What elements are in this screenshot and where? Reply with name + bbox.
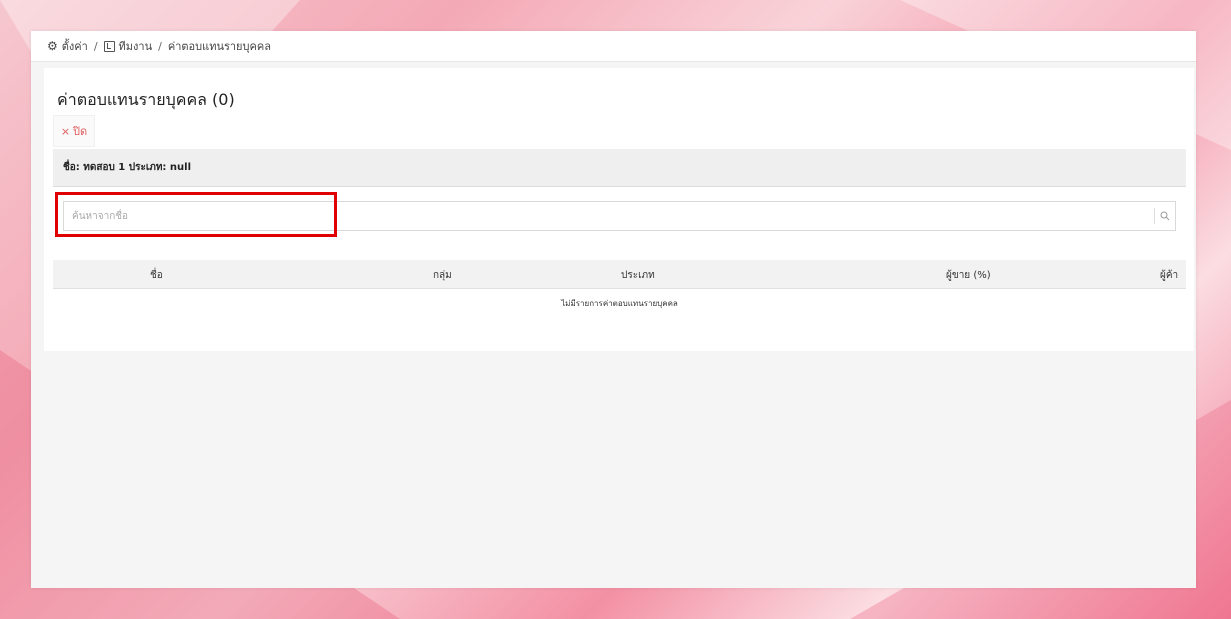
box-icon bbox=[103, 40, 115, 52]
breadcrumb-team-label: ทีมงาน bbox=[118, 40, 153, 53]
info-text: ชื่อ: ทดสอบ 1 ประเภท: null bbox=[63, 162, 192, 173]
breadcrumb-separator: / bbox=[93, 39, 98, 53]
column-header-type[interactable]: ประเภท bbox=[621, 268, 655, 283]
column-header-name[interactable]: ชื่อ bbox=[150, 268, 163, 283]
breadcrumb: ⚙ ตั้งค่า / ทีมงาน / ค่าตอบแทนรายบุคคล bbox=[31, 31, 1196, 62]
close-icon: × bbox=[60, 124, 71, 138]
breadcrumb-team[interactable]: ทีมงาน bbox=[103, 37, 153, 55]
search-input[interactable] bbox=[64, 201, 1154, 231]
breadcrumb-settings[interactable]: ⚙ ตั้งค่า bbox=[47, 37, 88, 55]
search-box bbox=[63, 201, 1176, 231]
info-bar: ชื่อ: ทดสอบ 1 ประเภท: null bbox=[53, 149, 1186, 187]
content-panel: ค่าตอบแทนรายบุคคล (0) × ปิด ชื่อ: ทดสอบ … bbox=[44, 68, 1194, 351]
page-title: ค่าตอบแทนรายบุคคล (0) bbox=[57, 90, 235, 109]
column-header-trader[interactable]: ผู้ค้า bbox=[1160, 268, 1178, 283]
breadcrumb-settings-label: ตั้งค่า bbox=[61, 40, 88, 53]
breadcrumb-current: ค่าตอบแทนรายบุคคล bbox=[167, 40, 271, 53]
breadcrumb-separator: / bbox=[158, 39, 162, 53]
close-button[interactable]: × ปิด bbox=[53, 115, 95, 147]
column-header-seller[interactable]: ผู้ขาย (%) bbox=[946, 268, 991, 283]
gear-icon: ⚙ bbox=[47, 39, 58, 53]
search-icon[interactable] bbox=[1155, 211, 1175, 221]
close-button-label: ปิด bbox=[73, 125, 88, 138]
main-window: ⚙ ตั้งค่า / ทีมงาน / ค่าตอบแทนรายบุคคล ค… bbox=[31, 31, 1196, 588]
empty-state-text: ไม่มีรายการค่าตอบแทนรายบุคคล bbox=[561, 299, 678, 308]
table-header: ชื่อ กลุ่ม ประเภท ผู้ขาย (%) ผู้ค้า bbox=[53, 260, 1186, 289]
column-header-group[interactable]: กลุ่ม bbox=[433, 268, 452, 283]
